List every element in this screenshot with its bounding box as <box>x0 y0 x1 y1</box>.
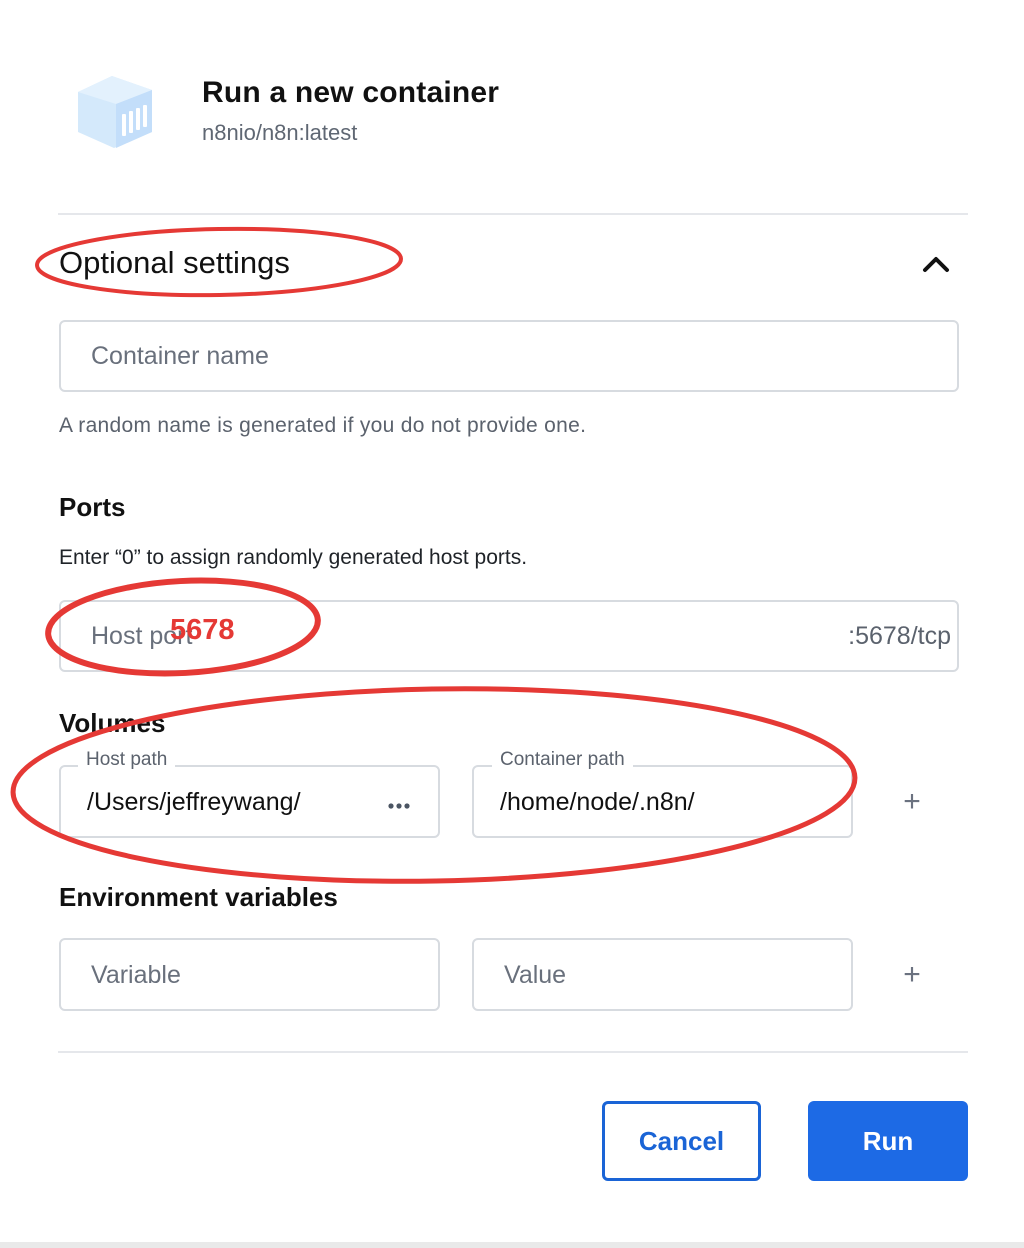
bottom-edge <box>0 1242 1024 1248</box>
cancel-button[interactable]: Cancel <box>602 1101 761 1181</box>
env-value-placeholder: Value <box>504 961 567 989</box>
volumes-title: Volumes <box>59 708 166 738</box>
container-name-helper: A random name is generated if you do not… <box>59 414 587 437</box>
dialog-title: Run a new container <box>202 76 500 109</box>
ports-title: Ports <box>59 492 126 522</box>
env-vars-title: Environment variables <box>59 882 338 912</box>
container-path-input[interactable]: /home/node/.n8n/ <box>472 765 853 838</box>
container-cube-icon <box>70 72 160 152</box>
add-volume-plus-icon[interactable]: + <box>897 787 927 817</box>
chevron-up-icon[interactable] <box>918 250 954 278</box>
annotation-port-note: 5678 <box>170 614 235 646</box>
host-path-value: /Users/jeffreywang/ <box>87 788 301 816</box>
image-name: n8nio/n8n:latest <box>202 120 358 145</box>
container-name-input[interactable]: Container name <box>59 320 959 392</box>
env-value-input[interactable]: Value <box>472 938 853 1011</box>
optional-settings-title[interactable]: Optional settings <box>59 245 290 281</box>
host-path-label: Host path <box>78 749 176 771</box>
add-env-plus-icon[interactable]: + <box>897 960 927 990</box>
ellipsis-icon[interactable] <box>387 797 411 815</box>
env-variable-input[interactable]: Variable <box>59 938 440 1011</box>
footer-divider <box>58 1051 968 1053</box>
host-path-input[interactable]: /Users/jeffreywang/ <box>59 765 440 838</box>
ports-description: Enter “0” to assign randomly generated h… <box>59 546 528 569</box>
env-variable-placeholder: Variable <box>91 961 181 989</box>
container-path-value: /home/node/.n8n/ <box>500 788 695 816</box>
run-button[interactable]: Run <box>808 1101 968 1181</box>
container-name-placeholder: Container name <box>91 342 269 370</box>
container-port-label: :5678/tcp <box>848 622 951 650</box>
header-divider <box>58 213 968 215</box>
container-path-label: Container path <box>492 749 633 771</box>
